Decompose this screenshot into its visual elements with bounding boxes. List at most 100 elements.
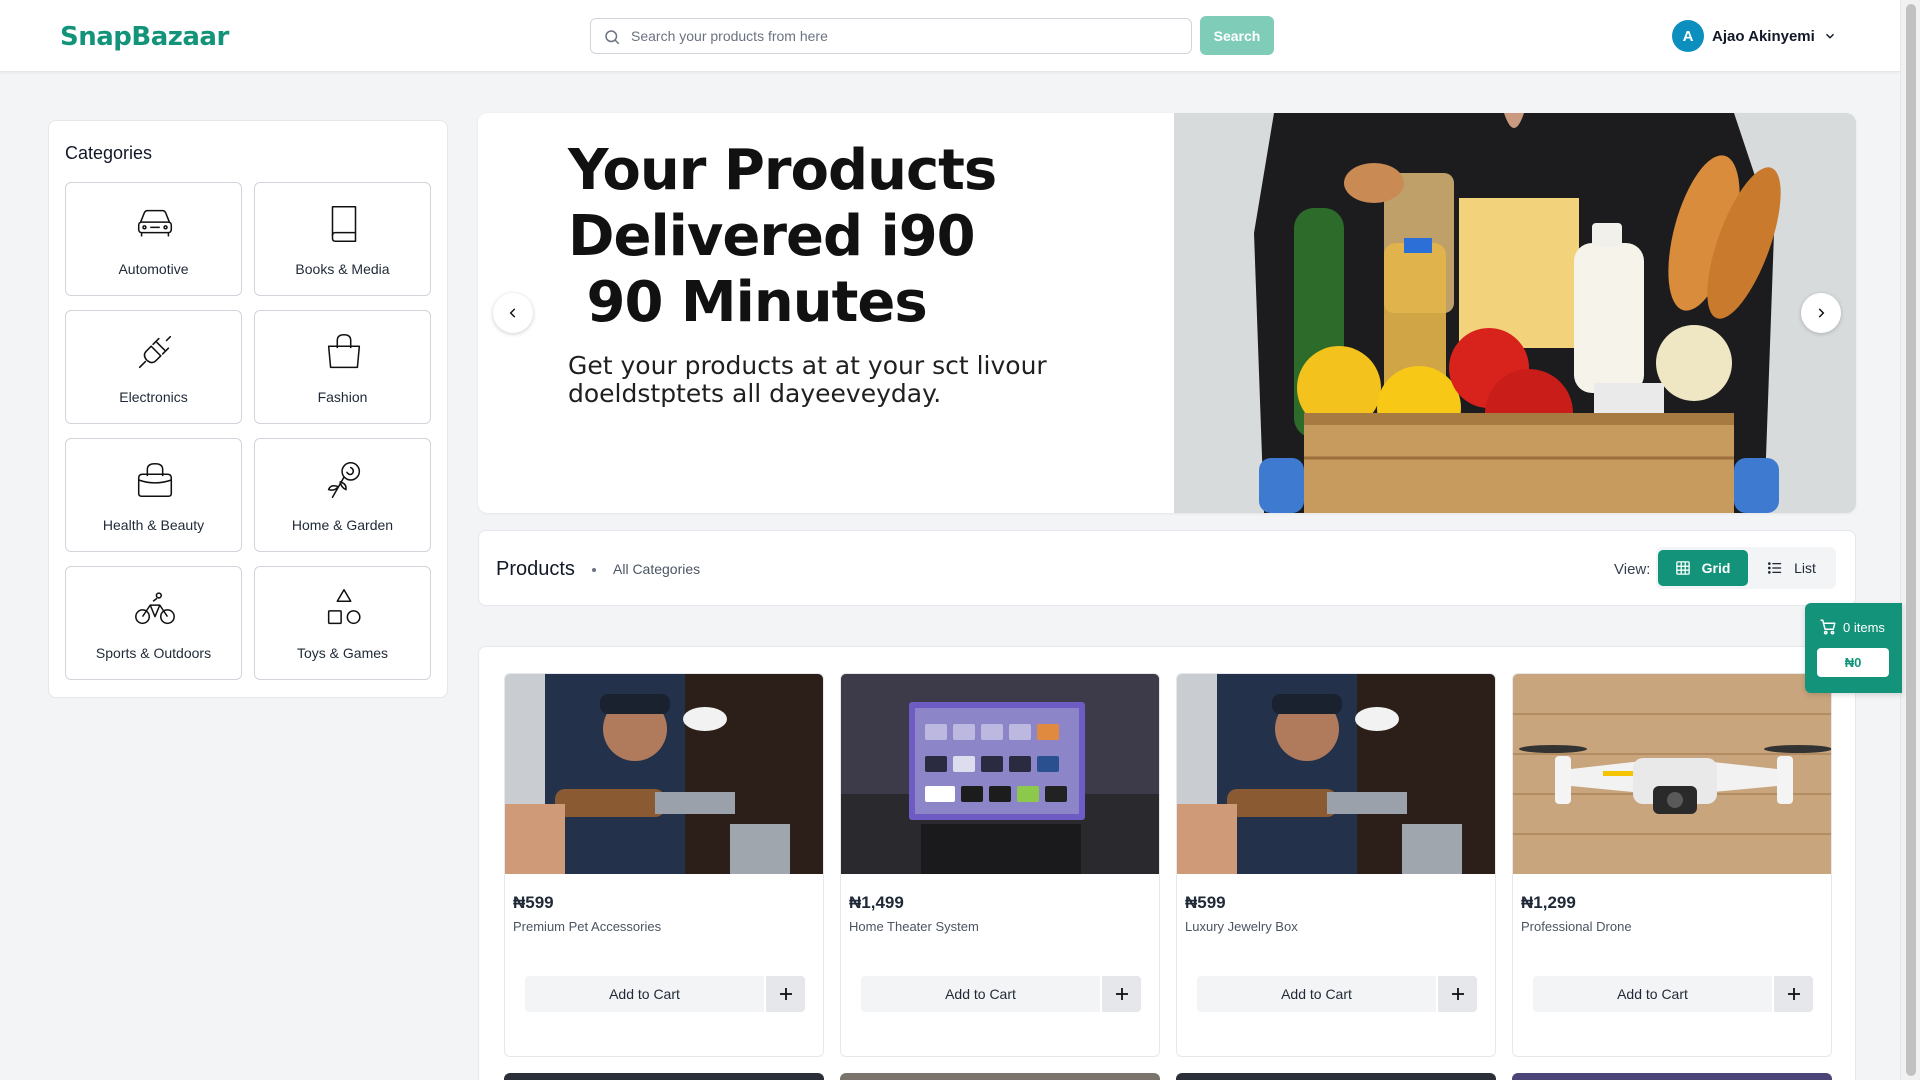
banner-subtitle: Get your products at at your sct livour …: [568, 352, 1168, 408]
category-health-beauty[interactable]: Health & Beauty: [65, 438, 242, 552]
scrollbar-thumb[interactable]: [1906, 4, 1916, 1076]
product-card-next-row: [504, 1073, 824, 1080]
category-fashion[interactable]: Fashion: [254, 310, 431, 424]
search-button[interactable]: Search: [1200, 16, 1274, 55]
search-input[interactable]: [631, 19, 1181, 53]
chevron-left-icon: [509, 308, 516, 318]
banner-title-line: 90 Minutes: [568, 270, 927, 335]
product-card-next-row: [1512, 1073, 1832, 1080]
chevron-right-icon: [1818, 308, 1825, 318]
category-books-media[interactable]: Books & Media: [254, 182, 431, 296]
cart-summary: 0 items: [1819, 618, 1885, 636]
product-image: [505, 674, 823, 874]
carousel-next-button[interactable]: [1801, 293, 1841, 333]
product-card-next-row: [840, 1073, 1160, 1080]
product-image: [1177, 674, 1495, 874]
chevron-down-icon: [1825, 33, 1834, 39]
shapes-icon: [327, 589, 361, 625]
category-home-garden[interactable]: Home & Garden: [254, 438, 431, 552]
categories-panel: Categories Automotive Books & Media Elec…: [48, 120, 448, 698]
product-image: [841, 674, 1159, 874]
rose-icon: [327, 461, 361, 499]
category-label: Sports & Outdoors: [95, 645, 212, 661]
car-icon: [137, 209, 173, 237]
add-to-cart-group: Add to Cart: [1197, 976, 1477, 1012]
grid-view-label: Grid: [1701, 560, 1731, 576]
grocery-box-illustration: [1174, 113, 1856, 513]
category-label: Fashion: [317, 389, 368, 405]
product-card[interactable]: ₦1,499 Home Theater System Add to Cart: [840, 673, 1160, 1057]
cart-icon: [1820, 619, 1836, 635]
view-label: View:: [1614, 561, 1651, 578]
product-card[interactable]: ₦1,299 Professional Drone Add to Cart: [1512, 673, 1832, 1057]
product-name: Luxury Jewelry Box: [1185, 919, 1298, 934]
product-name: Professional Drone: [1521, 919, 1632, 934]
category-automotive[interactable]: Automotive: [65, 182, 242, 296]
product-card[interactable]: ₦599 Luxury Jewelry Box Add to Cart: [1176, 673, 1496, 1057]
product-price: ₦1,499: [849, 893, 904, 912]
increment-button[interactable]: [764, 976, 805, 1012]
cart-total: ₦0: [1817, 648, 1889, 677]
bicycle-icon: [135, 592, 175, 625]
categories-grid: Automotive Books & Media Electronics Fas…: [65, 182, 431, 680]
list-icon: [1768, 562, 1782, 574]
category-label: Toys & Games: [296, 645, 389, 661]
user-menu[interactable]: A Ajao Akinyemi: [1672, 20, 1837, 52]
site-logo[interactable]: SnapBazaar: [60, 22, 229, 52]
banner-title-line: Delivered i90: [568, 204, 976, 269]
product-name: Premium Pet Accessories: [513, 919, 662, 934]
cart-items-count: 0 items: [1843, 619, 1885, 635]
banner-subtitle-line: Get your products at at your sct livour: [568, 351, 1047, 380]
add-to-cart-button[interactable]: Add to Cart: [1197, 976, 1436, 1012]
list-view-button[interactable]: List: [1750, 550, 1834, 586]
floating-cart[interactable]: 0 items ₦0: [1805, 603, 1902, 693]
plus-icon: [1115, 988, 1128, 1000]
grid-view-button[interactable]: Grid: [1658, 550, 1748, 586]
increment-button[interactable]: [1772, 976, 1813, 1012]
plug-icon: [138, 335, 172, 369]
increment-button[interactable]: [1436, 976, 1477, 1012]
plus-icon: [779, 988, 792, 1000]
shopping-bag-icon: [327, 333, 361, 369]
avatar: A: [1672, 20, 1704, 52]
product-price: ₦599: [1185, 893, 1226, 912]
product-card[interactable]: ₦599 Premium Pet Accessories Add to Cart: [504, 673, 824, 1057]
category-electronics[interactable]: Electronics: [65, 310, 242, 424]
separator-dot: [592, 568, 596, 572]
product-price: ₦599: [513, 893, 554, 912]
product-card-next-row: [1176, 1073, 1496, 1080]
add-to-cart-group: Add to Cart: [525, 976, 805, 1012]
category-label: Electronics: [119, 389, 188, 405]
product-price: ₦1,299: [1521, 893, 1576, 912]
category-label: Home & Garden: [291, 517, 394, 533]
list-view-label: List: [1794, 560, 1816, 576]
product-image: [1513, 674, 1831, 874]
plus-icon: [1451, 988, 1464, 1000]
categories-title: Categories: [65, 143, 153, 163]
banner-text: Your Products Delivered i90 90 Minutes G…: [568, 138, 1168, 408]
search-icon: [605, 30, 620, 45]
category-label: Automotive: [118, 261, 189, 277]
add-to-cart-button[interactable]: Add to Cart: [525, 976, 764, 1012]
book-icon: [331, 205, 357, 243]
plus-icon: [1787, 988, 1800, 1000]
product-name: Home Theater System: [849, 919, 979, 934]
products-title: Products: [496, 558, 575, 580]
page-scrollbar[interactable]: [1900, 0, 1920, 1080]
category-toys-games[interactable]: Toys & Games: [254, 566, 431, 680]
product-grid: ₦599 Premium Pet Accessories Add to Cart…: [478, 646, 1856, 1080]
hero-carousel: Your Products Delivered i90 90 Minutes G…: [478, 113, 1856, 513]
user-name: Ajao Akinyemi: [1712, 27, 1815, 45]
add-to-cart-group: Add to Cart: [861, 976, 1141, 1012]
carousel-prev-button[interactable]: [493, 293, 533, 333]
handbag-icon: [137, 462, 173, 498]
category-label: Health & Beauty: [102, 517, 205, 533]
add-to-cart-button[interactable]: Add to Cart: [861, 976, 1100, 1012]
view-toggle: Grid List: [1656, 547, 1836, 589]
increment-button[interactable]: [1100, 976, 1141, 1012]
banner-title: Your Products Delivered i90 90 Minutes: [568, 138, 1168, 336]
add-to-cart-button[interactable]: Add to Cart: [1533, 976, 1772, 1012]
category-sports-outdoors[interactable]: Sports & Outdoors: [65, 566, 242, 680]
current-category: All Categories: [613, 561, 701, 577]
banner-title-line: Your Products: [568, 138, 997, 203]
